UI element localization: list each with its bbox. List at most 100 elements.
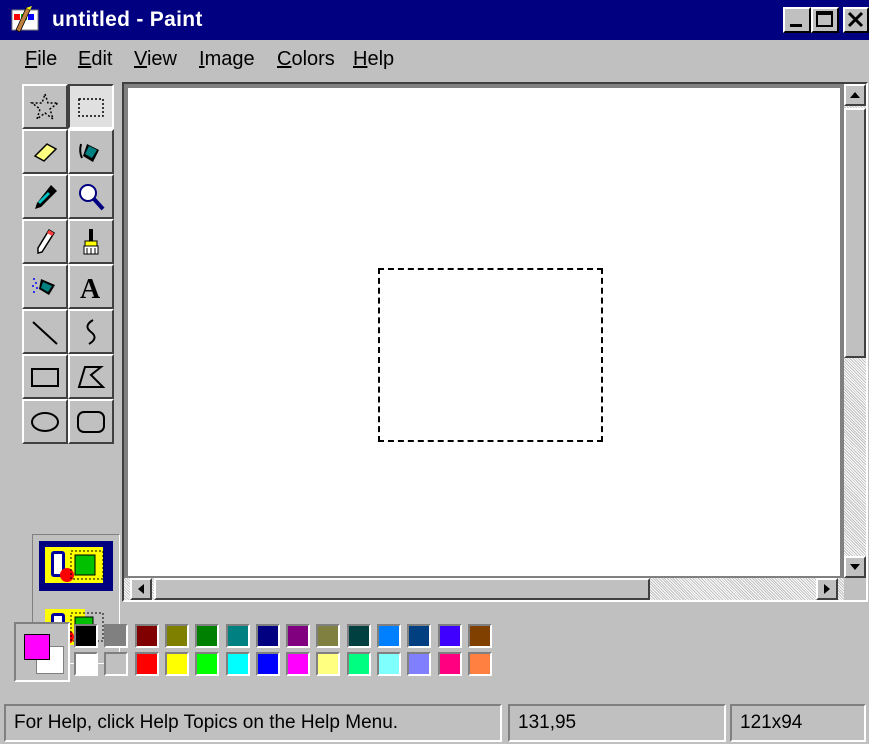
tool-brush[interactable] [68, 219, 114, 264]
airbrush-icon [32, 278, 55, 295]
scroll-up-button[interactable] [844, 84, 866, 106]
menu-edit-label: dit [91, 48, 113, 70]
palette-swatch[interactable] [195, 652, 220, 676]
palette-swatch[interactable] [104, 624, 129, 648]
tool-text[interactable]: A [68, 264, 114, 309]
current-colors-indicator [14, 622, 70, 682]
menu-colors[interactable]: Colors [277, 47, 335, 71]
palette-swatch[interactable] [316, 652, 341, 676]
menu-edit[interactable]: Edit [78, 47, 112, 71]
palette-swatch[interactable] [225, 624, 250, 648]
close-button[interactable] [843, 7, 869, 33]
paint-bucket-icon [79, 143, 99, 162]
palette-swatch[interactable] [346, 652, 371, 676]
text-icon: A [80, 274, 101, 303]
tool-free-form-select[interactable] [22, 84, 68, 129]
menu-image[interactable]: Image [199, 47, 255, 71]
palette-swatch[interactable] [74, 652, 98, 676]
status-selection-size: 121x94 [730, 704, 866, 742]
palette-swatch[interactable] [316, 624, 341, 648]
palette-swatch[interactable] [225, 652, 250, 676]
tool-line[interactable] [22, 309, 68, 354]
palette-swatch[interactable] [407, 624, 432, 648]
menu-image-label: mage [204, 48, 255, 70]
maximize-icon [816, 11, 833, 27]
title-bar[interactable]: untitled - Paint [0, 0, 869, 40]
tool-select[interactable] [68, 84, 114, 129]
pencil-icon [37, 228, 56, 254]
horizontal-scroll-thumb[interactable] [154, 578, 650, 600]
palette-swatch[interactable] [104, 652, 129, 676]
palette-swatch[interactable] [346, 624, 371, 648]
tool-rectangle[interactable] [22, 354, 68, 399]
rect-select-icon [78, 98, 104, 117]
menu-file-label: ile [37, 48, 58, 70]
palette-swatch[interactable] [437, 652, 462, 676]
tool-magnifier[interactable] [68, 174, 114, 219]
palette-swatch[interactable] [255, 652, 280, 676]
palette-swatch[interactable] [467, 652, 492, 676]
close-icon [847, 11, 864, 28]
tool-pick-color[interactable] [22, 174, 68, 219]
palette-swatch[interactable] [377, 652, 401, 676]
tool-rounded-rectangle[interactable] [68, 399, 114, 444]
scroll-right-button[interactable] [816, 578, 838, 600]
tool-pencil[interactable] [22, 219, 68, 264]
tool-polygon[interactable] [68, 354, 114, 399]
status-bar: For Help, click Help Topics on the Help … [0, 700, 869, 744]
menu-colors-label: olors [291, 48, 335, 70]
palette-swatch[interactable] [467, 624, 492, 648]
window-title: untitled - Paint [52, 8, 203, 31]
palette-swatch[interactable] [286, 652, 311, 676]
menu-view[interactable]: View [134, 47, 177, 71]
menu-view-label: iew [146, 48, 177, 70]
status-cursor-coords: 131,95 [508, 704, 726, 742]
arrow-right-icon [824, 584, 830, 594]
minimize-button[interactable] [783, 7, 811, 33]
ellipse-icon [31, 412, 59, 432]
palette-swatch[interactable] [74, 624, 98, 648]
palette-swatch[interactable] [164, 652, 189, 676]
menu-help-label: elp [367, 48, 395, 70]
vertical-scrollbar[interactable] [844, 84, 866, 578]
palette-swatch[interactable] [134, 624, 159, 648]
eyedropper-icon [35, 185, 57, 209]
rectangle-icon [31, 368, 59, 387]
palette-swatch[interactable] [377, 624, 401, 648]
tool-fill[interactable] [68, 129, 114, 174]
menu-file[interactable]: File [25, 47, 57, 71]
menu-help[interactable]: Help [353, 47, 394, 71]
paint-app-icon[interactable] [10, 6, 42, 34]
palette-swatch[interactable] [407, 652, 432, 676]
menu-colors-accel: C [277, 48, 292, 70]
selection-marquee[interactable] [378, 268, 603, 442]
polygon-icon [77, 366, 106, 388]
vertical-scroll-thumb[interactable] [844, 108, 866, 358]
curve-icon [86, 319, 96, 345]
palette-swatch[interactable] [134, 652, 159, 676]
line-icon [32, 321, 58, 345]
palette-swatch[interactable] [286, 624, 311, 648]
horizontal-scrollbar[interactable] [124, 578, 844, 600]
tool-eraser[interactable] [22, 129, 68, 174]
menu-bar: File Edit View Image Colors Help [0, 40, 869, 78]
drawing-canvas[interactable] [128, 88, 840, 576]
palette-swatch[interactable] [437, 624, 462, 648]
tool-curve[interactable] [68, 309, 114, 354]
menu-edit-accel: E [78, 48, 92, 70]
palette-swatch[interactable] [164, 624, 189, 648]
brush-icon [83, 229, 99, 255]
tool-ellipse[interactable] [22, 399, 68, 444]
foreground-color-swatch [24, 634, 50, 660]
tool-airbrush[interactable] [22, 264, 68, 309]
maximize-button[interactable] [811, 7, 839, 33]
opaque-background-option[interactable] [39, 541, 113, 591]
palette-swatch[interactable] [255, 624, 280, 648]
palette-swatch[interactable] [195, 624, 220, 648]
arrow-up-icon [850, 92, 860, 98]
scroll-down-button[interactable] [844, 556, 866, 578]
scroll-left-button[interactable] [130, 578, 152, 600]
arrow-left-icon [138, 584, 144, 594]
menu-view-accel: V [134, 48, 147, 70]
svg-text:A: A [80, 274, 101, 303]
